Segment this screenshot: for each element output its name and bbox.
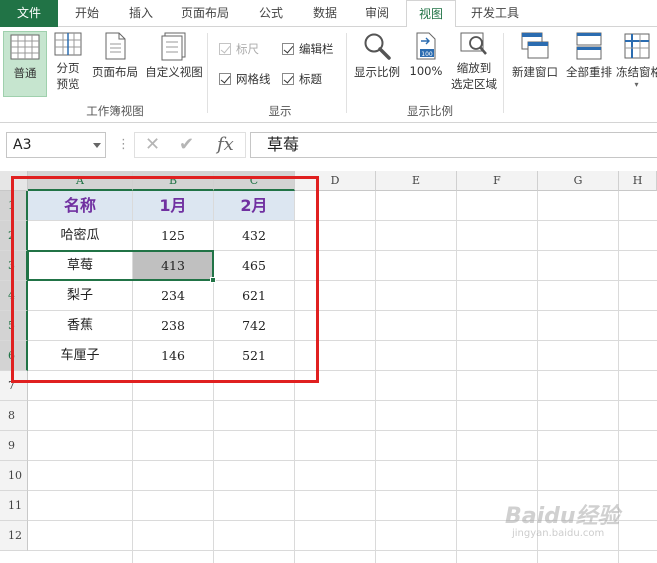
tab-home[interactable]: 开始 — [62, 0, 112, 27]
new-window-icon — [521, 32, 549, 59]
gridline-horizontal — [28, 490, 657, 491]
page-layout-view-label: 页面布局 — [92, 65, 138, 79]
row-header-10[interactable]: 10 — [0, 461, 28, 491]
row-header-11[interactable]: 11 — [0, 491, 28, 521]
zoom-to-selection-label-1: 缩放到 — [456, 61, 492, 75]
gridline-vertical — [456, 191, 457, 563]
row-header-8[interactable]: 8 — [0, 401, 28, 431]
arrange-all-button[interactable]: 全部重排 — [563, 31, 615, 97]
headings-label: 标题 — [299, 72, 322, 86]
ribbon-tab-bar: 文件 开始 插入 页面布局 公式 数据 审阅 视图 开发工具 — [0, 0, 657, 28]
ruler-checkbox[interactable]: 标尺 — [219, 41, 259, 57]
column-header-e[interactable]: E — [376, 171, 457, 191]
custom-views-button[interactable]: 自定义视图 — [143, 31, 205, 97]
page-layout-view-icon — [105, 32, 126, 60]
gridline-horizontal — [28, 550, 657, 551]
formula-bar: A3 ⋮ ✕ ✔ fx 草莓 — [0, 123, 657, 171]
column-header-h[interactable]: H — [619, 171, 657, 191]
formula-buttons: ✕ ✔ fx — [134, 132, 246, 158]
new-window-label: 新建窗口 — [512, 65, 558, 79]
zoom-group-label: 显示比例 — [407, 104, 453, 118]
ribbon-separator — [503, 33, 504, 113]
name-box-dropdown-icon[interactable] — [93, 143, 101, 148]
page-break-preview-button[interactable]: 分页 预览 — [50, 31, 86, 97]
formula-bar-checkbox[interactable]: 编辑栏 — [282, 41, 334, 57]
custom-views-icon — [161, 32, 186, 61]
normal-view-icon — [10, 34, 40, 60]
normal-view-button[interactable]: 普通 — [3, 31, 47, 97]
page-layout-view-button[interactable]: 页面布局 — [89, 31, 141, 97]
ruler-label: 标尺 — [236, 42, 259, 56]
gridline-horizontal — [28, 430, 657, 431]
new-window-button[interactable]: 新建窗口 — [508, 31, 562, 97]
ribbon-separator — [207, 33, 208, 113]
zoom-to-selection-button[interactable]: 缩放到 选定区域 — [448, 31, 500, 97]
gridlines-checkbox[interactable]: 网格线 — [219, 71, 271, 87]
freeze-panes-dropdown-icon[interactable]: ▾ — [616, 80, 657, 89]
enter-icon[interactable]: ✔ — [179, 134, 194, 155]
ruler-check-icon — [219, 43, 231, 55]
tab-developer[interactable]: 开发工具 — [460, 0, 530, 27]
tab-page-layout[interactable]: 页面布局 — [170, 0, 240, 27]
freeze-panes-label: 冻结窗格 — [616, 65, 657, 79]
page-break-label-2: 预览 — [56, 77, 80, 91]
arrange-all-icon — [576, 32, 602, 60]
zoom-to-selection-icon — [460, 32, 487, 55]
magnifier-icon — [364, 33, 391, 60]
normal-view-label: 普通 — [13, 66, 37, 80]
formula-bar-check-icon — [282, 43, 294, 55]
column-header-g[interactable]: G — [538, 171, 619, 191]
zoom-100-button[interactable]: 100 100% — [406, 31, 446, 97]
insert-function-icon[interactable]: fx — [217, 134, 234, 155]
gridline-vertical — [375, 191, 376, 563]
tab-insert[interactable]: 插入 — [116, 0, 166, 27]
headings-checkbox[interactable]: 标题 — [282, 71, 322, 87]
zoom-label: 显示比例 — [354, 65, 400, 79]
tab-formulas[interactable]: 公式 — [246, 0, 296, 27]
gridlines-check-icon — [219, 73, 231, 85]
arrange-all-label: 全部重排 — [566, 65, 612, 79]
formula-input[interactable]: 草莓 — [250, 132, 657, 158]
baidu-watermark: Baidu经验 — [505, 504, 620, 529]
page-break-preview-icon — [54, 32, 82, 56]
ribbon-separator — [346, 33, 347, 113]
formula-bar-label: 编辑栏 — [299, 42, 334, 56]
gridline-horizontal — [28, 400, 657, 401]
tab-file[interactable]: 文件 — [0, 0, 58, 27]
headings-check-icon — [282, 73, 294, 85]
workbook-views-group-label: 工作簿视图 — [86, 104, 144, 118]
gridlines-label: 网格线 — [236, 72, 271, 86]
zoom-100-icon: 100 — [416, 32, 436, 60]
gridline-horizontal — [28, 460, 657, 461]
column-header-f[interactable]: F — [457, 171, 538, 191]
show-group-label: 显示 — [268, 104, 292, 118]
zoom-button[interactable]: 显示比例 — [352, 31, 402, 97]
annotation-highlight-box — [11, 176, 319, 383]
zoom-100-label: 100% — [409, 64, 443, 78]
baidu-watermark-url: jingyan.baidu.com — [512, 528, 605, 539]
name-box-value: A3 — [13, 137, 32, 153]
tab-view[interactable]: 视图 — [406, 0, 456, 28]
zoom-100-icon-text: 100 — [421, 51, 433, 58]
row-header-12[interactable]: 12 — [0, 521, 28, 551]
cancel-icon[interactable]: ✕ — [145, 134, 160, 155]
custom-views-label: 自定义视图 — [145, 65, 203, 79]
row-header-9[interactable]: 9 — [0, 431, 28, 461]
tab-review[interactable]: 审阅 — [352, 0, 402, 27]
freeze-panes-button[interactable]: 冻结窗格 ▾ — [616, 31, 657, 97]
zoom-to-selection-label-2: 选定区域 — [451, 77, 497, 91]
page-break-label-1: 分页 — [56, 61, 80, 75]
tab-data[interactable]: 数据 — [300, 0, 350, 27]
name-box[interactable]: A3 — [6, 132, 106, 158]
freeze-panes-icon — [624, 33, 649, 59]
formula-bar-grip-icon[interactable]: ⋮ — [117, 135, 130, 155]
ribbon-view: 普通 分页 预览 页面布局 自定义视图 工作簿视图 标尺 编辑栏 网格线 标题 … — [0, 27, 657, 123]
